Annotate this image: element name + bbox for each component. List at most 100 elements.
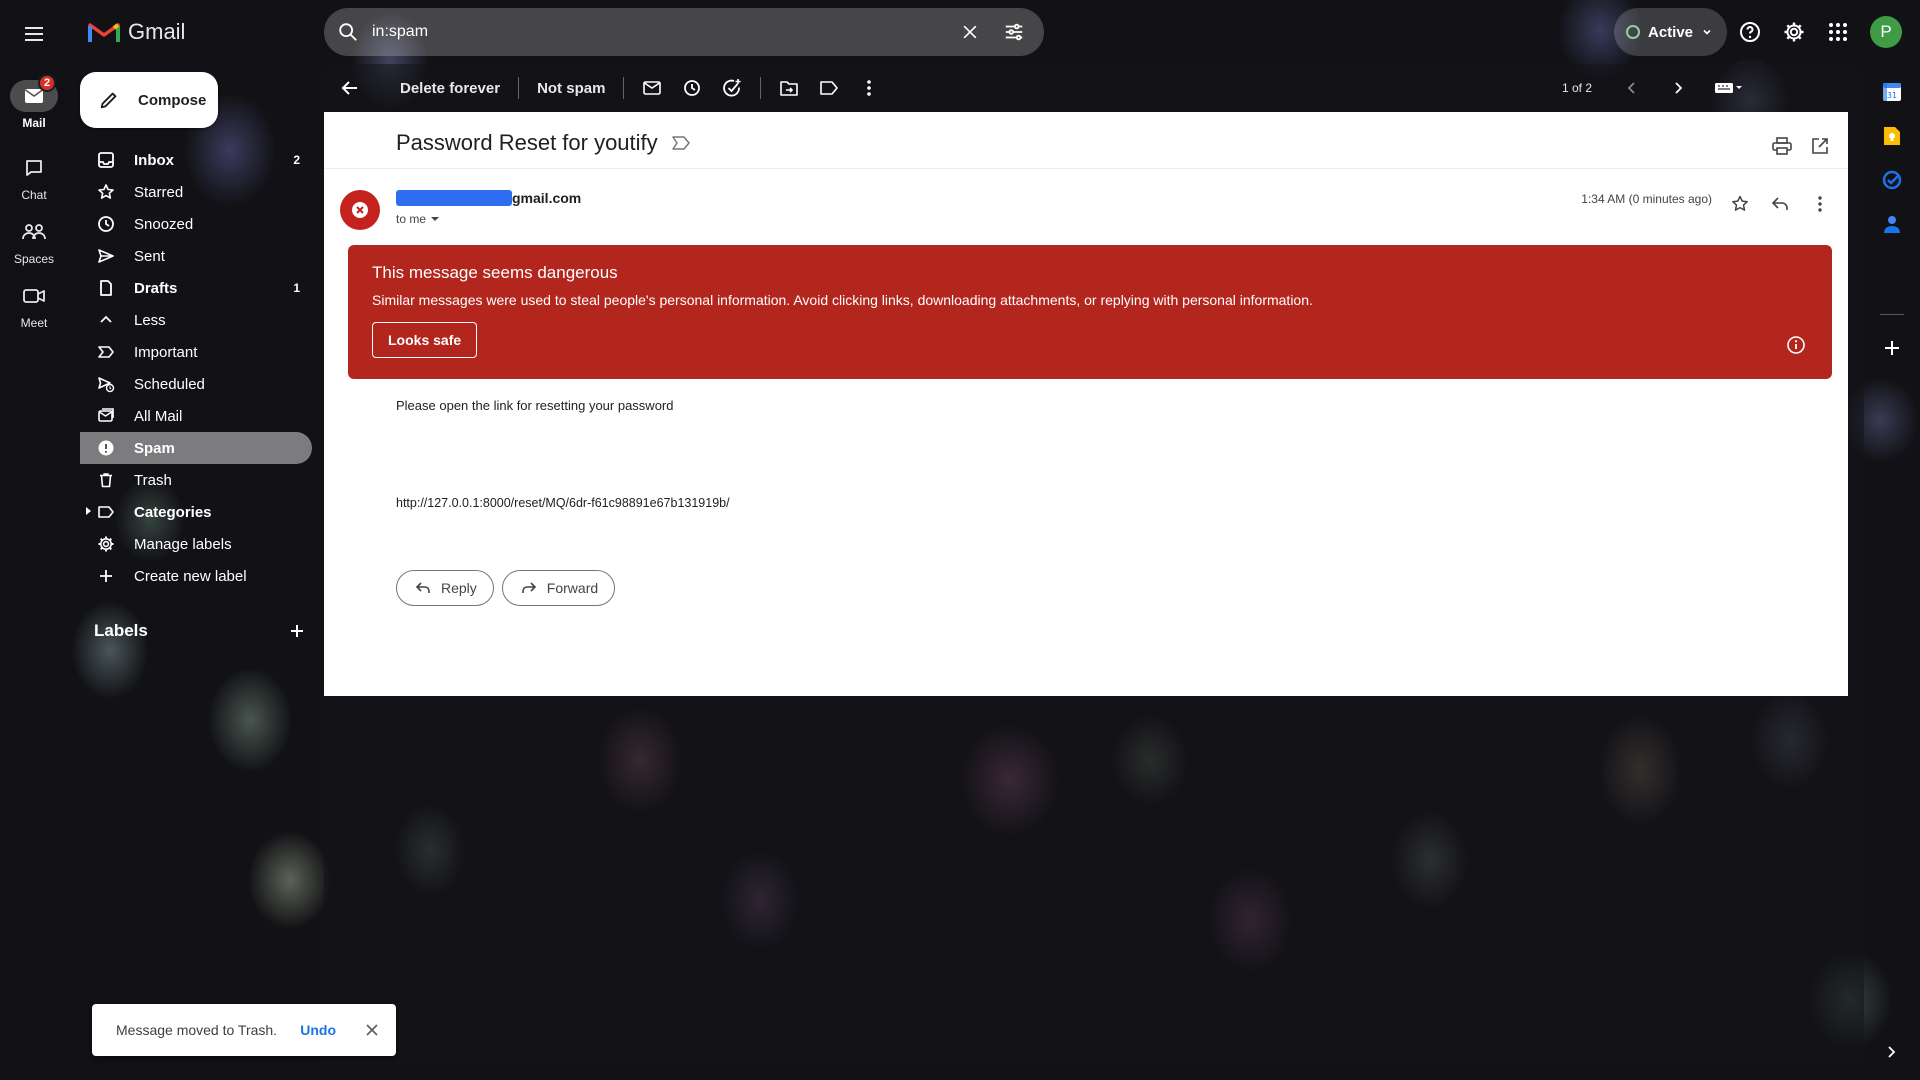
sender-domain: gmail.com (512, 190, 582, 206)
nav-item-trash[interactable]: Trash (80, 464, 312, 496)
reset-password-link[interactable]: http://127.0.0.1:8000/reset/MQ/6dr-f61c9… (396, 496, 730, 510)
message-header-actions (1768, 132, 1834, 160)
labels-button[interactable] (809, 68, 849, 108)
apps-button[interactable] (1818, 12, 1858, 52)
scheduled-send-icon (96, 374, 116, 394)
redacted-sender-name (396, 190, 512, 206)
apps-grid-icon (1828, 22, 1848, 42)
spaces-icon (22, 223, 46, 241)
status-selector[interactable]: Active (1614, 8, 1728, 56)
all-mail-icon (96, 406, 116, 426)
nav-label-manage-labels: Manage labels (134, 535, 232, 553)
search-input[interactable] (372, 8, 948, 56)
input-tools-button[interactable] (1704, 68, 1752, 108)
nav-item-snoozed[interactable]: Snoozed (80, 208, 312, 240)
reply-actions: Reply Forward (396, 570, 616, 606)
help-button[interactable] (1730, 12, 1770, 52)
caret-down-icon (430, 215, 440, 223)
show-side-panel-button[interactable] (1872, 1032, 1912, 1072)
caret-right-icon (84, 506, 92, 516)
close-icon (960, 22, 980, 42)
print-icon[interactable] (1768, 132, 1796, 160)
important-icon (96, 342, 116, 362)
nav-item-manage-labels[interactable]: Manage labels (80, 528, 312, 560)
not-spam-button[interactable]: Not spam (527, 68, 615, 108)
clear-search-button[interactable] (948, 10, 992, 54)
chevron-up-icon (96, 310, 116, 330)
account-avatar[interactable]: P (1870, 16, 1902, 48)
forward-icon (521, 581, 537, 595)
rail-mail-icon-wrap: 2 (10, 74, 58, 112)
nav-item-drafts[interactable]: Drafts 1 (80, 272, 312, 304)
nav-label-drafts: Drafts (134, 279, 178, 297)
sender-address[interactable]: gmail.com (396, 190, 581, 206)
nav-item-inbox[interactable]: Inbox 2 (80, 144, 312, 176)
nav-item-less[interactable]: Less (80, 304, 312, 336)
hamburger-icon (22, 22, 46, 46)
rail-label-meet: Meet (20, 316, 48, 330)
rail-item-chat[interactable]: Chat (0, 152, 68, 212)
delete-forever-button[interactable]: Delete forever (390, 68, 510, 108)
add-label-plus-icon[interactable] (288, 622, 306, 640)
mail-unread-badge: 2 (38, 74, 56, 92)
rail-item-mail[interactable]: 2 Mail (0, 74, 68, 140)
recipient-label: to me (396, 212, 427, 226)
snackbar: Message moved to Trash. Undo (92, 1004, 396, 1056)
nav-item-categories[interactable]: Categories (80, 496, 312, 528)
nav-item-spam[interactable]: Spam (80, 432, 312, 464)
older-button[interactable] (1658, 68, 1698, 108)
move-to-button[interactable] (769, 68, 809, 108)
search-options-button[interactable] (992, 10, 1036, 54)
labels-title: Labels (94, 621, 148, 640)
calendar-app-button[interactable]: 31 (1872, 72, 1912, 112)
nav-item-all-mail[interactable]: All Mail (80, 400, 312, 432)
keep-app-button[interactable] (1872, 116, 1912, 156)
tasks-app-button[interactable] (1872, 160, 1912, 200)
more-options-button[interactable] (849, 68, 889, 108)
more-vert-icon[interactable] (1802, 186, 1838, 222)
gmail-logo[interactable]: Gmail (88, 14, 185, 50)
reply-icon[interactable] (1762, 186, 1798, 222)
drafts-count: 1 (293, 281, 300, 295)
compose-label: Compose (138, 91, 207, 109)
calendar-icon: 31 (1882, 82, 1902, 102)
dismiss-snackbar-button[interactable] (358, 1016, 386, 1044)
gmail-m-icon (88, 20, 120, 44)
nav-item-sent[interactable]: Sent (80, 240, 312, 272)
back-button[interactable] (330, 68, 370, 108)
mail-nav: Inbox 2 Starred Snoozed Sent Drafts 1 Le… (80, 144, 312, 592)
nav-item-scheduled[interactable]: Scheduled (80, 368, 312, 400)
rail-item-meet[interactable]: Meet (0, 280, 68, 340)
newer-button[interactable] (1612, 68, 1652, 108)
main-menu-button[interactable] (14, 14, 54, 54)
message-toolbar: Delete forever Not spam 1 of 2 (324, 64, 1848, 112)
search-bar (324, 8, 1044, 56)
contacts-app-button[interactable] (1872, 204, 1912, 244)
undo-button[interactable]: Undo (300, 1022, 336, 1038)
reply-button[interactable]: Reply (396, 570, 494, 606)
snooze-button[interactable] (672, 68, 712, 108)
nav-item-create-label[interactable]: Create new label (80, 560, 312, 592)
info-icon[interactable] (1784, 333, 1808, 357)
message-time: 1:34 AM (0 minutes ago) (1581, 192, 1712, 206)
rail-item-spaces[interactable]: Spaces (0, 216, 68, 276)
subject-divider (324, 168, 1848, 169)
add-to-tasks-button[interactable] (712, 68, 752, 108)
nav-item-important[interactable]: Important (80, 336, 312, 368)
compose-button[interactable]: Compose (80, 72, 218, 128)
open-in-new-window-icon[interactable] (1806, 132, 1834, 160)
important-marker-icon[interactable] (671, 136, 690, 150)
keep-icon (1883, 126, 1901, 146)
nav-label-scheduled: Scheduled (134, 375, 205, 393)
settings-button[interactable] (1774, 12, 1814, 52)
search-icon[interactable] (324, 8, 372, 56)
forward-button[interactable]: Forward (501, 570, 616, 606)
get-addons-button[interactable] (1872, 328, 1912, 368)
star-icon[interactable] (1722, 186, 1758, 222)
send-icon (96, 246, 116, 266)
nav-item-starred[interactable]: Starred (80, 176, 312, 208)
recipient-details-toggle[interactable]: to me (396, 212, 440, 226)
status-label: Active (1648, 23, 1694, 41)
mark-unread-button[interactable] (632, 68, 672, 108)
looks-safe-button[interactable]: Looks safe (372, 322, 478, 358)
